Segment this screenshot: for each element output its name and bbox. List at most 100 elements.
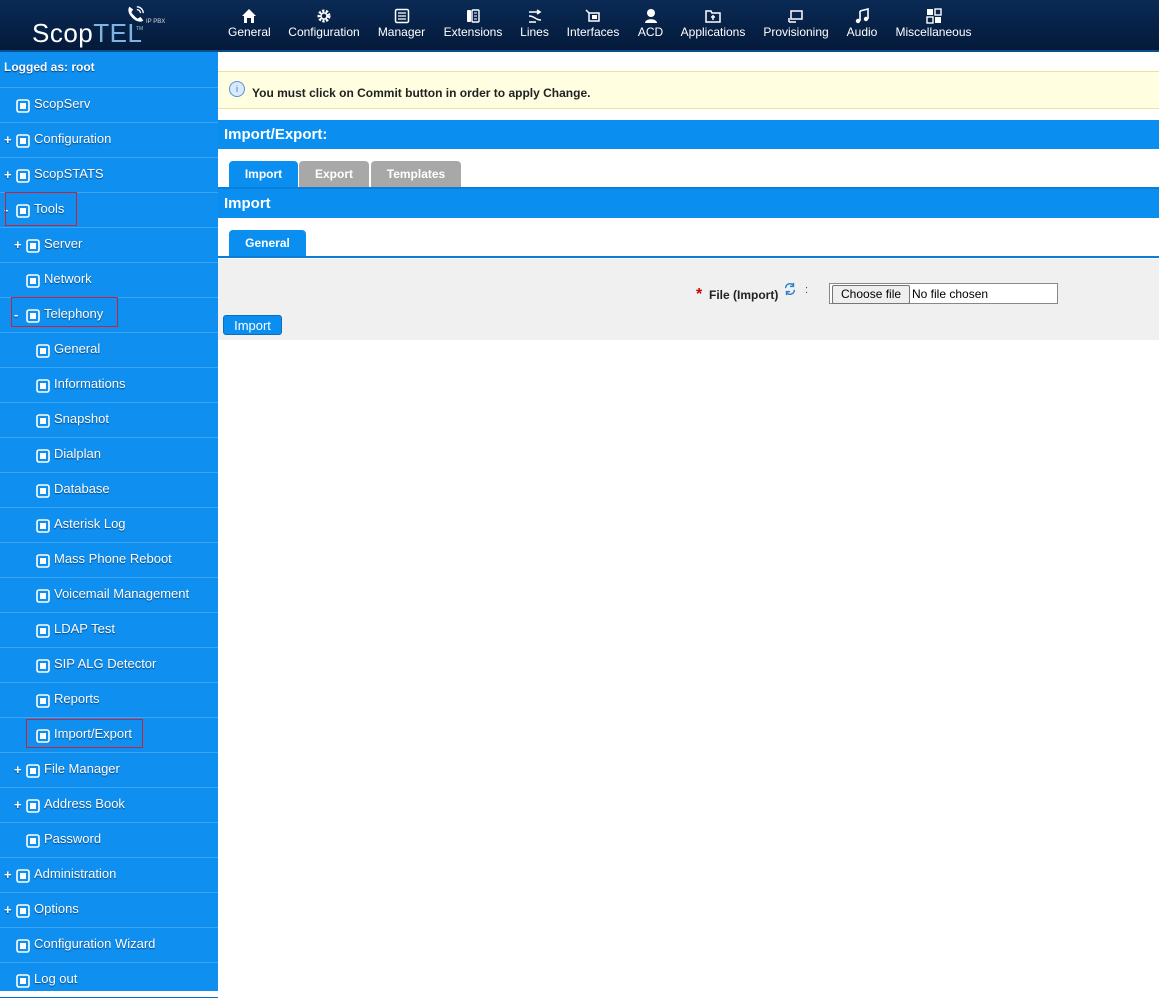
sidebar-item-options[interactable]: + Options: [0, 892, 218, 928]
phone-icon: [467, 9, 480, 23]
import-form: * File (Import) : Choose file No file ch…: [218, 259, 1159, 340]
section-title: Import/Export:: [218, 120, 1159, 149]
sidebar-item-label: Address Book: [44, 796, 125, 811]
sidebar-item-scopserv[interactable]: ScopServ: [0, 87, 218, 123]
sidebar-item-label: Snapshot: [54, 411, 109, 426]
tab-templates[interactable]: Templates: [371, 161, 461, 187]
scoptel-logo[interactable]: ScopTEL TM IP PBX: [30, 4, 170, 48]
sidebar-item-label: Options: [34, 901, 79, 916]
nav-applications[interactable]: Applications: [680, 8, 746, 39]
nav-audio[interactable]: Audio: [846, 8, 878, 39]
monitor-icon: [36, 379, 50, 393]
sidebar-item-voicemail-management[interactable]: Voicemail Management: [0, 577, 218, 613]
import-button[interactable]: Import: [223, 315, 282, 335]
sidebar-item-scopstats[interactable]: + ScopSTATS: [0, 157, 218, 193]
sidebar-item-reports[interactable]: Reports: [0, 682, 218, 718]
sidebar-item-ldap-test[interactable]: LDAP Test: [0, 612, 218, 648]
sidebar-item-label: Administration: [34, 866, 117, 881]
expand-toggle[interactable]: +: [4, 867, 12, 882]
nav-extensions[interactable]: Extensions: [443, 8, 503, 39]
file-import-label: File (Import): [709, 288, 779, 302]
tab-export[interactable]: Export: [299, 161, 369, 187]
sidebar-item-label: Voicemail Management: [54, 586, 190, 601]
sidebar: Logged as: root ScopServ + Configuration + S…: [0, 52, 218, 998]
nav-configuration[interactable]: Configuration: [288, 8, 360, 39]
file-status: No file chosen: [912, 287, 989, 301]
nav-manager[interactable]: Manager: [377, 8, 426, 39]
sidebar-item-dialplan[interactable]: Dialplan: [0, 437, 218, 473]
sidebar-item-label: Configuration: [34, 131, 112, 146]
home-icon: [16, 99, 30, 113]
logged-as: Logged as: root: [4, 60, 95, 74]
gear-icon: [16, 904, 30, 918]
sidebar-item-informations[interactable]: Informations: [0, 367, 218, 403]
admin-icon: [16, 869, 30, 883]
folder-icon: [26, 764, 40, 778]
tab-import[interactable]: Import: [229, 161, 298, 187]
sidebar-item-password[interactable]: Password: [0, 822, 218, 858]
logo-tm: TM: [136, 26, 144, 32]
sidebar-item-administration[interactable]: + Administration: [0, 857, 218, 893]
wizard-icon: [16, 939, 30, 953]
sidebar-item-sip-alg-detector[interactable]: SIP ALG Detector: [0, 647, 218, 683]
sidebar-item-mass-phone-reboot[interactable]: Mass Phone Reboot: [0, 542, 218, 578]
nav-label: Interfaces: [566, 25, 620, 39]
sidebar-item-database[interactable]: Database: [0, 472, 218, 508]
sidebar-item-label: Log out: [34, 971, 78, 986]
sidebar-item-label: Server: [44, 236, 83, 251]
label-colon: :: [805, 284, 809, 296]
expand-toggle[interactable]: +: [4, 132, 12, 147]
sidebar-item-file-manager[interactable]: + File Manager: [0, 752, 218, 788]
sidebar-item-network[interactable]: Network: [0, 262, 218, 298]
commit-notice: i You must click on Commit button in ord…: [218, 71, 1159, 109]
sidebar-item-label: Password: [44, 831, 102, 846]
nav-interfaces[interactable]: Interfaces: [566, 8, 620, 39]
highlight-box: [11, 297, 118, 327]
sidebar-item-snapshot[interactable]: Snapshot: [0, 402, 218, 438]
sidebar-item-label: Reports: [54, 691, 100, 706]
nav-label: Provisioning: [763, 25, 829, 39]
ldap-icon: [36, 624, 50, 638]
expand-toggle[interactable]: +: [14, 237, 22, 252]
lines-icon: [528, 9, 541, 23]
agent-icon: [644, 9, 657, 23]
sidebar-item-asterisk-log[interactable]: Asterisk Log: [0, 507, 218, 543]
sidebar-item-address-book[interactable]: + Address Book: [0, 787, 218, 823]
sidebar-item-general[interactable]: General: [0, 332, 218, 368]
sidebar-item-configuration[interactable]: + Configuration: [0, 122, 218, 158]
sidebar-item-label: ScopServ: [34, 96, 91, 111]
main-tabs: Import Export Templates: [218, 151, 1159, 189]
sidebar-item-label: General: [54, 341, 101, 356]
document-icon: [36, 519, 50, 533]
file-input[interactable]: Choose file No file chosen: [829, 283, 1058, 304]
gear-icon: [317, 9, 331, 23]
list-icon: [394, 8, 409, 24]
nav-miscellaneous[interactable]: Miscellaneous: [895, 8, 972, 39]
expand-toggle[interactable]: +: [4, 167, 12, 182]
sidebar-item-log-out[interactable]: Log out: [0, 962, 218, 998]
highlight-box: [5, 192, 77, 226]
sidebar-item-label: Configuration Wizard: [34, 936, 156, 951]
sidebar-item-label: File Manager: [44, 761, 120, 776]
sidebar-item-label: LDAP Test: [54, 621, 115, 636]
sidebar-item-server[interactable]: + Server: [0, 227, 218, 263]
tab-general[interactable]: General: [229, 230, 306, 256]
nav-provisioning[interactable]: Provisioning: [763, 8, 829, 39]
info-icon: i: [229, 81, 245, 97]
chart-icon: [16, 169, 30, 183]
nav-general[interactable]: General: [228, 8, 271, 39]
sidebar-item-configuration-wizard[interactable]: Configuration Wizard: [0, 927, 218, 963]
nav-acd[interactable]: ACD: [637, 8, 664, 39]
expand-toggle[interactable]: +: [14, 797, 22, 812]
nav-lines[interactable]: Lines: [519, 8, 550, 39]
nav-label: Applications: [680, 25, 746, 39]
voicemail-icon: [36, 589, 50, 603]
expand-toggle[interactable]: +: [14, 762, 22, 777]
sidebar-item-label: SIP ALG Detector: [54, 656, 157, 671]
expand-toggle[interactable]: +: [4, 902, 12, 917]
phone-logo-icon: [128, 6, 144, 22]
nav-label: General: [228, 25, 271, 39]
grid-icon: [925, 8, 942, 24]
choose-file-button[interactable]: Choose file: [832, 285, 911, 304]
refresh-icon[interactable]: [783, 282, 797, 296]
